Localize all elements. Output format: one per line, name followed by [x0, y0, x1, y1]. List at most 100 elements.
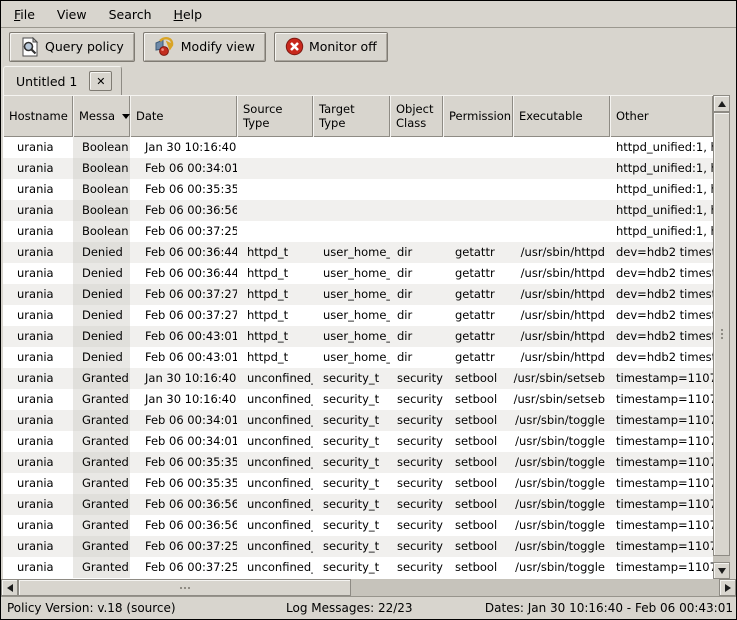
table-cell: /usr/sbin/toggle — [513, 494, 610, 515]
scroll-up-button[interactable] — [713, 95, 730, 112]
table-row[interactable]: uraniaGrantedJan 30 10:16:40unconfined_s… — [3, 389, 713, 410]
monitor-off-button[interactable]: Monitor off — [274, 32, 388, 62]
table-cell: setbool — [443, 473, 513, 494]
table-cell: httpd_unified:1, h — [610, 158, 713, 179]
menu-view[interactable]: View — [46, 4, 98, 25]
column-header-object-class[interactable]: Object Class — [390, 95, 443, 137]
table-row[interactable]: uraniaGrantedFeb 06 00:35:35unconfined_s… — [3, 452, 713, 473]
table-cell: dir — [390, 305, 443, 326]
table-cell — [313, 158, 390, 179]
table-cell: Feb 06 00:36:56 — [130, 494, 237, 515]
column-header-label: Source Type — [243, 102, 283, 131]
vertical-scrollbar[interactable] — [713, 95, 730, 579]
menu-help[interactable]: Help — [163, 4, 214, 25]
column-header-source-type[interactable]: Source Type — [237, 95, 313, 137]
table-cell: user_home_ — [313, 347, 390, 368]
table-cell: unconfined_ — [237, 515, 313, 536]
table-row[interactable]: uraniaDeniedFeb 06 00:36:44httpd_tuser_h… — [3, 242, 713, 263]
table-cell: dir — [390, 347, 443, 368]
scroll-left-button[interactable] — [1, 579, 18, 596]
table-cell: urania — [3, 368, 73, 389]
table-row[interactable]: uraniaDeniedFeb 06 00:43:01httpd_tuser_h… — [3, 347, 713, 368]
horizontal-scrollbar[interactable] — [1, 579, 736, 596]
table-cell — [443, 221, 513, 242]
table-cell — [513, 158, 610, 179]
table-row[interactable]: uraniaBooleanJan 30 10:16:40httpd_unifie… — [3, 137, 713, 158]
table-cell: dev=hdb2 timesta — [610, 263, 713, 284]
table-row[interactable]: uraniaBooleanFeb 06 00:37:25httpd_unifie… — [3, 221, 713, 242]
table-cell: /usr/sbin/httpd — [513, 284, 610, 305]
table-cell: user_home_ — [313, 326, 390, 347]
table-cell: Granted — [73, 452, 130, 473]
table-row[interactable]: uraniaGrantedFeb 06 00:36:56unconfined_s… — [3, 515, 713, 536]
table-cell: unconfined_ — [237, 473, 313, 494]
table-cell: httpd_t — [237, 284, 313, 305]
table-cell: timestamp=11076 — [610, 494, 713, 515]
column-header-permission[interactable]: Permission — [443, 95, 513, 137]
table-cell: Granted — [73, 494, 130, 515]
table-row[interactable]: uraniaBooleanFeb 06 00:34:01httpd_unifie… — [3, 158, 713, 179]
table-cell: httpd_t — [237, 326, 313, 347]
table-cell: unconfined_ — [237, 557, 313, 578]
table-row[interactable]: uraniaBooleanFeb 06 00:36:56httpd_unifie… — [3, 200, 713, 221]
thumb-grip-icon — [184, 587, 186, 589]
table-cell: unconfined_ — [237, 452, 313, 473]
table-cell: urania — [3, 347, 73, 368]
column-header-target-type[interactable]: Target Type — [313, 95, 390, 137]
table-cell: /usr/sbin/toggle — [513, 431, 610, 452]
table-cell: urania — [3, 263, 73, 284]
table-row[interactable]: uraniaGrantedFeb 06 00:37:25unconfined_s… — [3, 557, 713, 578]
table-cell: dir — [390, 263, 443, 284]
modify-view-label: Modify view — [181, 39, 255, 54]
table-cell: /usr/sbin/setseb — [513, 389, 610, 410]
arrow-down-icon — [718, 568, 726, 574]
table-row[interactable]: uraniaDeniedFeb 06 00:43:01httpd_tuser_h… — [3, 326, 713, 347]
table-cell: Feb 06 00:34:01 — [130, 158, 237, 179]
table-cell: urania — [3, 221, 73, 242]
dates-status: Dates: Jan 30 10:16:40 - Feb 06 00:43:01 — [485, 601, 736, 615]
menu-file[interactable]: File — [3, 4, 46, 25]
sort-desc-icon — [122, 114, 130, 119]
scroll-down-button[interactable] — [713, 562, 730, 579]
table-row[interactable]: uraniaGrantedFeb 06 00:34:01unconfined_s… — [3, 410, 713, 431]
modify-view-button[interactable]: Modify view — [143, 32, 266, 62]
tab-close-button[interactable]: ✕ — [89, 71, 112, 91]
horizontal-scrollbar-thumb[interactable] — [18, 579, 351, 596]
table-cell — [237, 200, 313, 221]
table-row[interactable]: uraniaGrantedJan 30 10:16:40unconfined_s… — [3, 368, 713, 389]
tab-label: Untitled 1 — [16, 74, 77, 89]
table-cell — [237, 137, 313, 158]
column-header-other[interactable]: Other — [610, 95, 713, 137]
tab-untitled-1[interactable]: Untitled 1 ✕ — [3, 66, 122, 95]
column-header-hostname[interactable]: Hostname — [3, 95, 73, 137]
toolbar: Query policy Modify view Monitor off — [1, 28, 736, 65]
table-cell: Feb 06 00:35:35 — [130, 179, 237, 200]
table-cell — [390, 137, 443, 158]
table-cell: unconfined_ — [237, 410, 313, 431]
table-cell: urania — [3, 452, 73, 473]
table-cell: Feb 06 00:43:01 — [130, 347, 237, 368]
table-cell — [313, 200, 390, 221]
table-cell: /usr/sbin/toggle — [513, 536, 610, 557]
column-header-date[interactable]: Date — [130, 95, 237, 137]
table-cell — [513, 137, 610, 158]
table-row[interactable]: uraniaGrantedFeb 06 00:36:56unconfined_s… — [3, 494, 713, 515]
table-row[interactable]: uraniaDeniedFeb 06 00:36:44httpd_tuser_h… — [3, 263, 713, 284]
table-row[interactable]: uraniaDeniedFeb 06 00:37:27httpd_tuser_h… — [3, 284, 713, 305]
horizontal-scrollbar-trough[interactable] — [351, 579, 719, 596]
table-row[interactable]: uraniaBooleanFeb 06 00:35:35httpd_unifie… — [3, 179, 713, 200]
table-row[interactable]: uraniaGrantedFeb 06 00:37:25unconfined_s… — [3, 536, 713, 557]
table-cell: timestamp=11076 — [610, 515, 713, 536]
table-cell: setbool — [443, 494, 513, 515]
query-policy-button[interactable]: Query policy — [9, 32, 135, 62]
vertical-scrollbar-thumb[interactable] — [713, 112, 730, 556]
column-header-messa[interactable]: Messa — [73, 95, 130, 137]
scroll-right-button[interactable] — [719, 579, 736, 596]
table-row[interactable]: uraniaDeniedFeb 06 00:37:27httpd_tuser_h… — [3, 305, 713, 326]
menu-search[interactable]: Search — [98, 4, 163, 25]
table-cell: user_home_ — [313, 242, 390, 263]
table-row[interactable]: uraniaGrantedFeb 06 00:35:35unconfined_s… — [3, 473, 713, 494]
table-row[interactable]: uraniaGrantedFeb 06 00:34:01unconfined_s… — [3, 431, 713, 452]
table-cell: getattr — [443, 242, 513, 263]
column-header-executable[interactable]: Executable — [513, 95, 610, 137]
